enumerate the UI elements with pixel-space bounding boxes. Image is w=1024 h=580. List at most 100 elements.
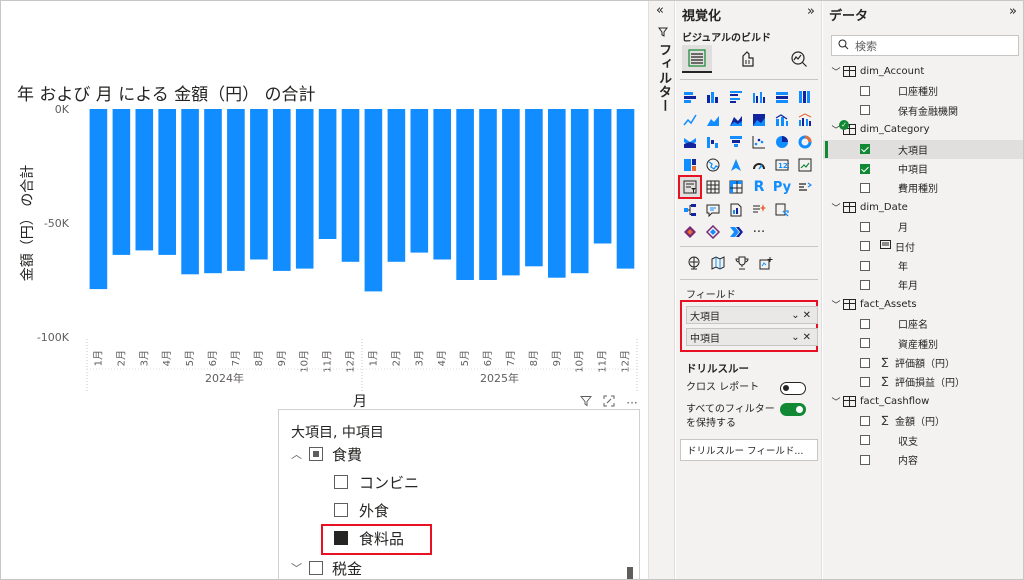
bar[interactable] [548,109,566,278]
stacked-area-icon[interactable] [726,110,746,130]
shape-map-icon[interactable] [708,253,728,273]
bar[interactable] [479,109,497,280]
field-checkbox[interactable] [860,144,870,155]
python-visual-icon[interactable]: Py [772,177,792,197]
pie-chart-icon[interactable] [772,132,792,152]
chevron-down-icon[interactable]: ﹀ [829,65,843,78]
map-icon[interactable] [703,155,723,175]
table-icon[interactable] [703,177,723,197]
power-automate-flow-icon[interactable] [726,222,746,242]
collapse-pane-icon[interactable]: » [807,4,815,19]
field-node[interactable]: 大項目 [823,139,1023,159]
bar[interactable] [525,109,543,267]
chevron-down-icon[interactable]: ﹀ [829,395,843,408]
power-apps-icon[interactable] [680,222,700,242]
filter-pane-collapsed[interactable]: « フィルター [648,1,675,579]
line-chart-icon[interactable] [680,110,700,130]
stacked-column-icon[interactable] [703,87,723,107]
paginated-report-icon[interactable] [726,200,746,220]
bar[interactable] [593,109,612,244]
table-node[interactable]: ﹀ fact_Assets [823,295,1023,314]
slicer-item-dining-out[interactable]: 外食 [334,500,389,520]
waterfall-icon[interactable] [703,132,723,152]
slicer-item-food[interactable]: ︿ 食費 [291,444,362,464]
bar[interactable] [318,109,337,239]
field-checkbox[interactable] [860,260,870,271]
field-node[interactable]: 年月 [823,275,1023,294]
slicer-checkbox[interactable] [334,475,348,489]
field-checkbox[interactable] [860,105,870,116]
decomposition-tree-icon[interactable] [680,200,700,220]
trophy-icon[interactable] [732,253,752,273]
field-checkbox[interactable] [860,182,870,193]
bar[interactable] [112,109,131,255]
keep-all-filters-toggle[interactable]: オン [780,403,806,416]
expand-filters-icon[interactable]: « [656,3,664,18]
bar[interactable] [387,109,406,262]
get-more-visuals-icon[interactable] [756,253,776,273]
field-node[interactable]: 中項目 [823,159,1023,178]
field-node[interactable]: 収支 [823,431,1023,450]
bar[interactable] [502,109,520,276]
azure-map-icon[interactable] [726,155,746,175]
qa-icon[interactable] [703,200,723,220]
field-checkbox[interactable] [860,221,870,232]
clustered-bar-icon[interactable] [726,87,746,107]
line-stacked-column-icon[interactable] [772,110,792,130]
bar[interactable] [410,109,429,253]
globe-visual-icon[interactable] [684,253,704,273]
kpi-icon[interactable] [795,155,815,175]
field-well-sub-category[interactable]: 中項目 ⌄✕ [686,328,818,346]
drill-through-fields-dropzone[interactable]: ドリルスルー フィールド... [680,439,818,461]
chevron-down-close-icon[interactable]: ⌄✕ [791,332,817,343]
smart-narrative-icon[interactable] [749,200,769,220]
field-node[interactable]: 日付 [823,237,1023,256]
field-node[interactable]: 内容 [823,450,1023,469]
table-node[interactable]: ﹀dim_Category [823,120,1023,139]
bar[interactable] [570,109,589,274]
field-checkbox[interactable] [860,376,870,387]
power-automate-icon[interactable] [703,222,723,242]
bar[interactable] [273,109,291,271]
stacked-bar-icon[interactable] [680,87,700,107]
field-checkbox[interactable] [860,279,870,290]
field-checkbox[interactable] [860,357,870,368]
field-node[interactable]: 年 [823,256,1023,275]
area-chart-icon[interactable] [703,110,723,130]
field-node[interactable]: ∑ 金額（円） [823,411,1023,430]
filter-icon[interactable] [579,395,593,410]
slicer-checkbox[interactable] [309,561,323,575]
scatter-icon[interactable] [749,132,769,152]
bar[interactable] [181,109,199,275]
field-checkbox[interactable] [860,454,870,465]
cross-report-toggle[interactable]: オフ [780,382,806,395]
chevron-down-icon[interactable]: ﹀ [829,298,843,311]
field-node[interactable]: 月 [823,217,1023,236]
ribbon-chart-icon[interactable] [680,132,700,152]
100-stacked-bar-icon[interactable] [772,87,792,107]
key-influencers-icon[interactable] [795,177,815,197]
bar[interactable] [204,109,222,274]
field-checkbox[interactable] [860,318,870,329]
chevron-down-close-icon[interactable]: ⌄✕ [791,310,817,321]
focus-mode-icon[interactable] [602,395,616,410]
analytics-tab-icon[interactable] [784,45,814,73]
card-icon[interactable]: 123 [772,155,792,175]
bar[interactable] [341,109,360,262]
build-visual-tab-icon[interactable] [682,45,712,73]
bar[interactable] [295,109,314,269]
slicer-item-convenience[interactable]: コンビニ [334,472,419,492]
100-stacked-column-icon[interactable] [795,87,815,107]
bar[interactable] [135,109,154,251]
chevron-down-icon[interactable]: ﹀ [829,201,843,214]
gauge-icon[interactable] [749,155,769,175]
bar[interactable] [250,109,268,260]
field-node[interactable]: ∑ 評価額（円） [823,353,1023,372]
chevron-down-icon[interactable]: ﹀ [291,560,309,576]
field-checkbox[interactable] [860,435,870,446]
chevron-up-icon[interactable]: ︿ [291,446,309,462]
bar[interactable] [89,109,108,290]
field-node[interactable]: 保有金融機関 [823,101,1023,120]
100-stacked-area-icon[interactable] [749,110,769,130]
field-checkbox[interactable] [860,415,870,426]
